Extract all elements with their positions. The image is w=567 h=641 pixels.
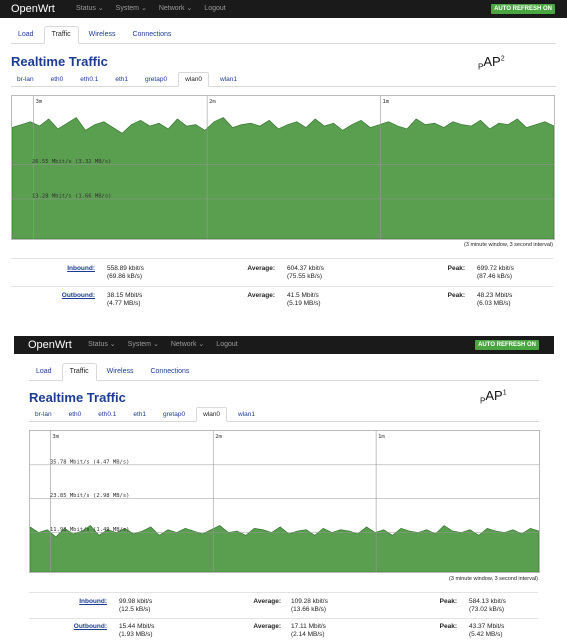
main-menu: Status ⌄ System ⌄ Network ⌄ Logout [88,336,250,354]
interface-tabs: br-lan eth0 eth0.1 eth1 gretap0 wlan0 wlan1 [11,72,556,87]
traffic-stats: Inbound: 99.98 kbit/s (12.5 kB/s) Average… [29,592,538,640]
inbound-label: Inbound: [79,598,107,605]
outbound-peak: 48.23 Mbit/s (6.03 MB/s) [477,292,513,307]
traffic-graph-svg: 3m 2m 1m 35.78 Mbit/s (4.47 MB/s) 23.85 Mbit… [30,431,539,572]
auto-refresh-toggle[interactable]: AUTO REFRESH ON [475,340,539,350]
scale-label: 26.55 Mbit/s (3.32 MB/s) [32,159,111,165]
iface-wlan0[interactable]: wlan0 [196,407,228,422]
stats-row-outbound: Outbound: 38.15 Mbit/s (4.77 MB/s) Averag… [11,286,553,309]
outbound-label: Outbound: [61,292,95,299]
traffic-graph: 3m 2m 1m 26.55 Mbit/s (3.32 MB/s) 13.28 Mbit… [11,95,555,240]
iface-gretap0[interactable]: gretap0 [157,408,191,421]
tab-traffic[interactable]: Traffic [43,26,79,44]
scale-label: 13.28 Mbit/s (1.66 MB/s) [32,193,111,199]
minute-label: 1m [383,99,390,105]
scale-label: 11.93 Mbit/s (1.49 MB/s) [50,527,129,533]
iface-br-lan[interactable]: br-lan [29,408,58,421]
iface-wlan1[interactable]: wlan1 [214,73,243,86]
iface-eth0-1[interactable]: eth0.1 [92,408,122,421]
outbound-value: 38.15 Mbit/s (4.77 MB/s) [107,292,143,307]
traffic-graph-svg: 3m 2m 1m 26.55 Mbit/s (3.32 MB/s) 13.28 Mbit… [12,96,554,239]
stats-row-outbound: Outbound: 15.44 Mbit/s (1.93 MB/s) Averag… [29,618,538,641]
graph-window-note: (3 minute window, 3 second interval) [464,242,553,248]
minute-label: 1m [378,434,385,440]
tab-connections[interactable]: Connections [125,27,178,43]
ap-label: PAP1 [480,388,507,406]
outbound-average: 41.5 Mbit/s (5.19 MB/s) [287,292,321,307]
stats-row-inbound: Inbound: 99.98 kbit/s (12.5 kB/s) Average… [29,592,538,615]
iface-eth0[interactable]: eth0 [63,408,88,421]
menu-status[interactable]: Status ⌄ [76,5,104,12]
page-title: Realtime Traffic [29,390,126,405]
outbound-peak-label: Peak: [447,292,465,299]
iface-eth1[interactable]: eth1 [109,73,134,86]
tab-wireless[interactable]: Wireless [82,27,123,43]
main-menu: Status ⌄ System ⌄ Network ⌄ Logout [76,0,238,18]
brand-logo[interactable]: OpenWrt [28,336,72,354]
iface-eth1[interactable]: eth1 [127,408,152,421]
openwrt-panel-pap2: OpenWrt Status ⌄ System ⌄ Network ⌄ Logout … [0,0,567,330]
iface-gretap0[interactable]: gretap0 [139,73,173,86]
inbound-peak-label: Peak: [439,598,457,605]
menu-network[interactable]: Network ⌄ [159,5,192,12]
tab-load[interactable]: Load [29,364,59,380]
page-title: Realtime Traffic [11,54,108,69]
graph-window-note: (3 minute window, 3 second interval) [449,576,538,582]
outbound-average-label: Average: [253,623,281,630]
menu-status[interactable]: Status ⌄ [88,341,116,348]
outbound-average: 17.11 Mbit/s (2.14 MB/s) [291,623,326,638]
tab-load[interactable]: Load [11,27,41,43]
scale-label: 35.78 Mbit/s (4.47 MB/s) [50,459,129,465]
inbound-outbound-area [12,117,554,239]
inbound-average: 604.37 kbit/s (75.55 kB/s) [287,265,324,280]
minute-label: 2m [209,99,216,105]
brand-logo[interactable]: OpenWrt [11,0,55,18]
top-navbar: OpenWrt Status ⌄ System ⌄ Network ⌄ Logout … [0,0,567,18]
minute-label: 2m [215,434,222,440]
minute-label: 3m [52,434,59,440]
iface-wlan1[interactable]: wlan1 [232,408,261,421]
iface-eth0[interactable]: eth0 [45,73,70,86]
minute-label: 3m [36,99,43,105]
inbound-peak: 699.72 kbit/s (87.46 kB/s) [477,265,514,280]
stats-row-inbound: Inbound: 558.89 kbit/s (69.86 kB/s) Avera… [11,258,553,281]
menu-system[interactable]: System ⌄ [116,5,147,12]
auto-refresh-toggle[interactable]: AUTO REFRESH ON [491,4,555,14]
tab-wireless[interactable]: Wireless [100,364,141,380]
menu-logout[interactable]: Logout [216,341,237,348]
outbound-value: 15.44 Mbit/s (1.93 MB/s) [119,623,155,638]
iface-br-lan[interactable]: br-lan [11,73,40,86]
inbound-average: 109.28 kbit/s (13.66 kB/s) [291,598,328,613]
iface-wlan0[interactable]: wlan0 [178,72,210,87]
status-tabs: Load Traffic Wireless Connections [29,363,539,381]
openwrt-panel-pap1: OpenWrt Status ⌄ System ⌄ Network ⌄ Logout … [14,336,554,640]
traffic-stats: Inbound: 558.89 kbit/s (69.86 kB/s) Avera… [11,258,553,318]
tab-traffic[interactable]: Traffic [61,363,97,381]
inbound-average-label: Average: [253,598,281,605]
iface-eth0-1[interactable]: eth0.1 [74,73,104,86]
outbound-peak-label: Peak: [439,623,457,630]
inbound-value: 558.89 kbit/s (69.86 kB/s) [107,265,144,280]
top-navbar: OpenWrt Status ⌄ System ⌄ Network ⌄ Logout … [14,336,554,354]
traffic-graph: 3m 2m 1m 35.78 Mbit/s (4.47 MB/s) 23.85 Mbit… [29,430,540,573]
scale-label: 23.85 Mbit/s (2.98 MB/s) [50,493,129,499]
interface-tabs: br-lan eth0 eth0.1 eth1 gretap0 wlan0 wlan1 [29,407,539,422]
outbound-peak: 43.37 Mbit/s (5.42 MB/s) [469,623,505,638]
menu-network[interactable]: Network ⌄ [171,341,204,348]
ap-label: PAP2 [478,54,505,72]
tab-connections[interactable]: Connections [143,364,196,380]
status-tabs: Load Traffic Wireless Connections [11,26,556,44]
inbound-average-label: Average: [247,265,275,272]
inbound-peak: 584.13 kbit/s (73.02 kB/s) [469,598,506,613]
outbound-average-label: Average: [247,292,275,299]
inbound-label: Inbound: [67,265,95,272]
inbound-value: 99.98 kbit/s (12.5 kB/s) [119,598,153,613]
inbound-peak-label: Peak: [447,265,465,272]
menu-system[interactable]: System ⌄ [128,341,159,348]
menu-logout[interactable]: Logout [204,5,225,12]
outbound-label: Outbound: [73,623,107,630]
